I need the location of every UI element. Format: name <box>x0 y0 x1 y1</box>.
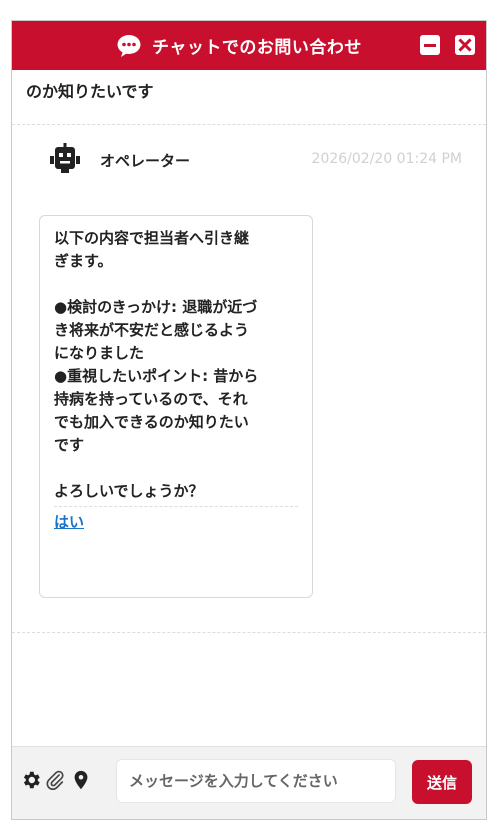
operator-header: オペレーター 2026/02/20 01:24 PM <box>48 142 462 182</box>
message-line: 持病を持っているので、それ <box>54 390 248 408</box>
chat-header: チャットでのお問い合わせ <box>12 21 486 70</box>
message-line: ●検討のきっかけ: 退職が近づ <box>54 298 258 316</box>
gear-icon[interactable] <box>20 769 42 791</box>
send-button[interactable]: 送信 <box>412 760 472 804</box>
message-line: になりました <box>54 344 145 362</box>
message-line: ●重視したいポイント: 昔から <box>54 367 259 385</box>
minimize-button[interactable] <box>420 35 440 55</box>
chat-title: チャットでのお問い合わせ <box>152 38 362 58</box>
message-line: き将来が不安だと感じるよう <box>54 321 250 339</box>
message-line: 以下の内容で担当者へ引き継 <box>54 229 250 247</box>
paperclip-icon[interactable] <box>44 769 66 791</box>
location-pin-icon[interactable] <box>70 769 92 791</box>
message-divider <box>12 124 486 125</box>
chat-widget: チャットでのお問い合わせ のか知りたいです オペレーター 2026/02/20 … <box>11 20 487 820</box>
close-button[interactable] <box>455 35 475 55</box>
message-list[interactable]: のか知りたいです オペレーター 2026/02/20 01:24 PM 以下の内 <box>12 70 486 746</box>
chat-bubble-icon <box>116 34 142 58</box>
operator-name: オペレーター <box>100 152 191 170</box>
message-input[interactable] <box>116 759 396 803</box>
message-line: ぎます。 <box>54 252 113 270</box>
bubble-divider <box>54 506 298 507</box>
message-divider <box>12 632 486 633</box>
robot-icon <box>48 142 82 176</box>
operator-message-bubble: 以下の内容で担当者へ引き継 ぎます。 ●検討のきっかけ: 退職が近づ き将来が不… <box>39 215 313 598</box>
reply-option-yes[interactable]: はい <box>54 511 84 532</box>
message-line: よろしいでしょうか？ <box>54 482 204 500</box>
chat-input-bar: 送信 <box>12 746 486 819</box>
message-timestamp: 2026/02/20 01:24 PM <box>311 151 462 167</box>
minimize-icon <box>424 44 436 47</box>
message-line: でも加入できるのか知りたい <box>54 413 249 431</box>
close-icon <box>458 38 472 52</box>
previous-message-text: のか知りたいです <box>26 82 154 101</box>
header-title-group: チャットでのお問い合わせ <box>116 21 362 70</box>
message-line: です <box>54 436 85 454</box>
